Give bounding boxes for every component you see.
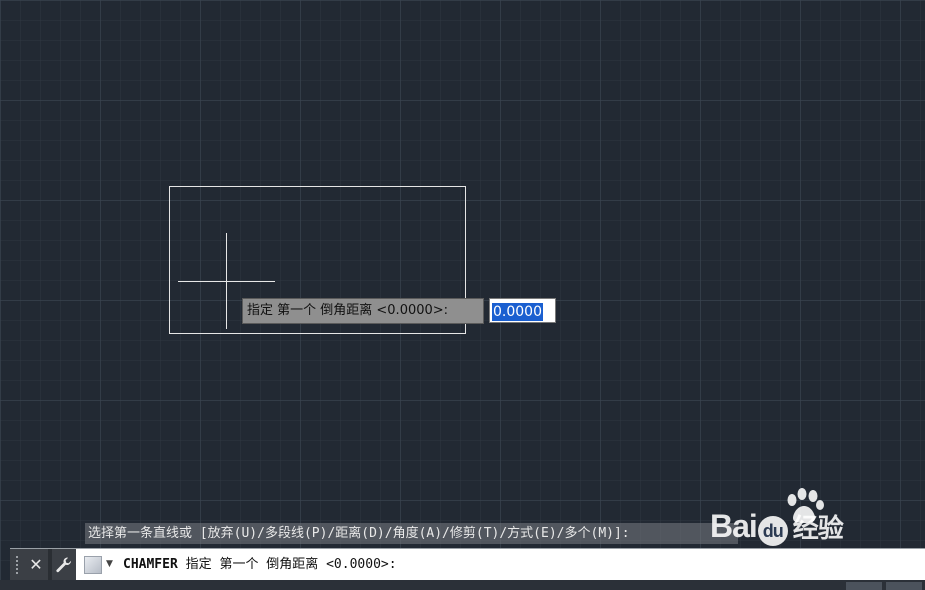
- dynamic-input-prompt: 指定 第一个 倒角距离 <0.0000>:: [242, 298, 484, 324]
- grip-dots-icon: [15, 555, 19, 575]
- command-name: CHAMFER: [123, 557, 178, 572]
- status-bar-button[interactable]: [846, 582, 882, 590]
- status-bar-button[interactable]: [886, 582, 922, 590]
- command-prompt: 指定 第一个 倒角距离 <0.0000>:: [185, 557, 397, 572]
- command-history-line: 选择第一条直线或 [放弃(U)/多段线(P)/距离(D)/角度(A)/修剪(T)…: [85, 523, 738, 544]
- recent-commands-icon[interactable]: ▼: [80, 553, 118, 577]
- crosshair-vertical: [226, 233, 227, 329]
- dynamic-input-value[interactable]: 0.0000: [492, 303, 543, 321]
- command-input[interactable]: CHAMFER 指定 第一个 倒角距离 <0.0000>:: [123, 549, 397, 581]
- wrench-icon[interactable]: [52, 549, 76, 581]
- command-line-bar: ✕ ▼ CHAMFER 指定 第一个 倒角距离 <0.0000>:: [10, 548, 925, 581]
- dynamic-input-field[interactable]: 0.0000: [489, 298, 556, 323]
- command-doc-icon: [84, 556, 102, 574]
- close-icon[interactable]: ✕: [24, 549, 48, 581]
- command-line-grip-handle[interactable]: [10, 549, 24, 581]
- status-bar: [0, 580, 925, 590]
- chevron-down-icon: ▼: [106, 559, 113, 569]
